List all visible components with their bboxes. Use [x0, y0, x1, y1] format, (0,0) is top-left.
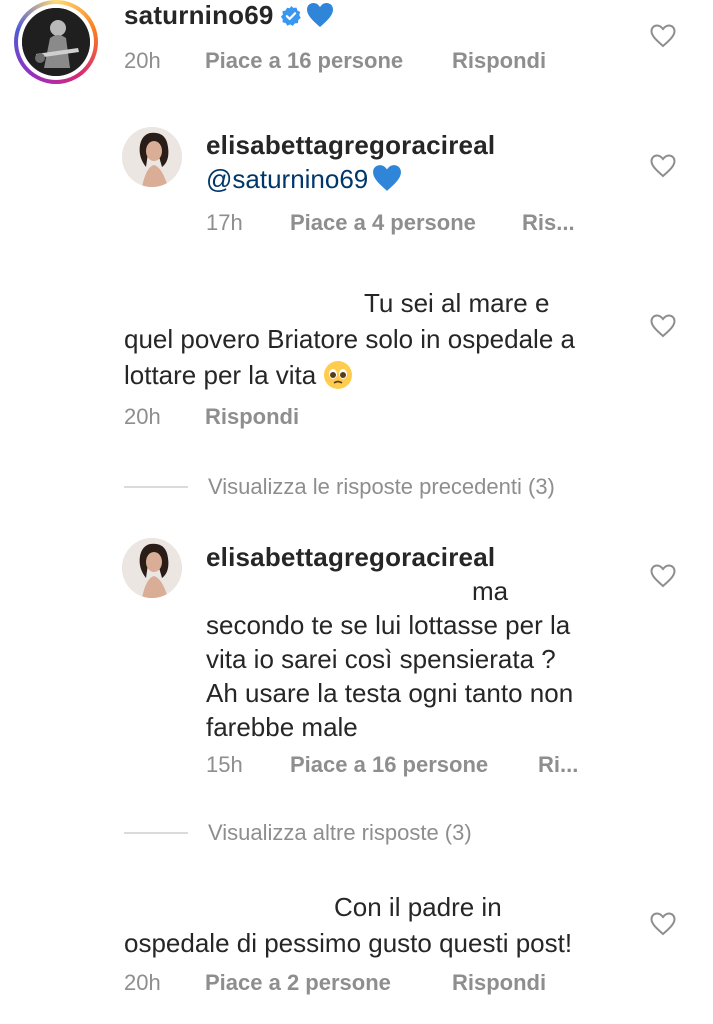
- pleading-face-emoji: [323, 360, 353, 398]
- divider-line: [124, 486, 188, 488]
- comment-time: 20h: [124, 404, 161, 429]
- comment-text-line: Tu sei al mare e: [364, 288, 550, 318]
- heart-icon[interactable]: [650, 564, 676, 588]
- view-previous-replies[interactable]: Visualizza le risposte precedenti (3): [208, 474, 555, 500]
- divider-line: [124, 832, 188, 834]
- comment-meta: 20h: [124, 48, 161, 74]
- comment-time: 20h: [124, 48, 161, 73]
- reply-text-line: farebbe male: [206, 712, 358, 742]
- username-text[interactable]: saturnino69: [124, 0, 274, 30]
- reply-username[interactable]: elisabettagregoracireal: [206, 542, 495, 573]
- heart-icon[interactable]: [650, 154, 676, 178]
- likes-count-link[interactable]: Piace a 16 persone: [290, 752, 488, 778]
- reply-text: @saturnino69: [206, 162, 402, 200]
- reply-time: 17h: [206, 210, 243, 235]
- comment-text-line: ospedale di pessimo gusto questi post!: [124, 928, 573, 958]
- reply-text-line: ma: [472, 576, 509, 606]
- reply-button[interactable]: Ris...: [522, 210, 575, 236]
- comment-text-line: Con il padre in: [334, 892, 502, 922]
- blue-heart-emoji: [372, 164, 402, 200]
- view-more-replies[interactable]: Visualizza altre risposte (3): [208, 820, 472, 846]
- comment-time: 20h: [124, 970, 161, 995]
- heart-icon[interactable]: [650, 314, 676, 338]
- blue-heart-emoji: [306, 2, 334, 35]
- reply-button[interactable]: Rispondi: [205, 404, 299, 430]
- comment-text-line: quel povero Briatore solo in ospedale a: [124, 324, 575, 354]
- reply-button[interactable]: Ri...: [538, 752, 578, 778]
- reply-button[interactable]: Rispondi: [452, 48, 546, 74]
- reply-time: 15h: [206, 752, 243, 777]
- likes-count-link[interactable]: Piace a 2 persone: [205, 970, 391, 996]
- comment-text: lottare per la vita: [124, 360, 317, 390]
- avatar-story-ring[interactable]: [14, 0, 98, 84]
- reply-text-line: secondo te se lui lottasse per la: [206, 610, 571, 640]
- reply-text-line: Ah usare la testa ogni tanto non: [206, 678, 574, 708]
- heart-icon[interactable]: [650, 24, 676, 48]
- avatar-saturnino69: [22, 8, 90, 76]
- avatar-elisabettagregoracireal[interactable]: [122, 127, 182, 187]
- likes-count-link[interactable]: Piace a 16 persone: [205, 48, 403, 74]
- comment-text-line: lottare per la vita: [124, 358, 353, 398]
- reply-button[interactable]: Rispondi: [452, 970, 546, 996]
- likes-count-link[interactable]: Piace a 4 persone: [290, 210, 476, 236]
- heart-icon[interactable]: [650, 912, 676, 936]
- reply-text-line: vita io sarei così spensierata ?: [206, 644, 556, 674]
- reply-username[interactable]: elisabettagregoracireal: [206, 130, 495, 161]
- verified-badge-icon: [280, 3, 302, 34]
- comment-username[interactable]: saturnino69: [124, 0, 334, 35]
- mention-link[interactable]: @saturnino69: [206, 164, 368, 194]
- avatar-elisabettagregoracireal[interactable]: [122, 538, 182, 598]
